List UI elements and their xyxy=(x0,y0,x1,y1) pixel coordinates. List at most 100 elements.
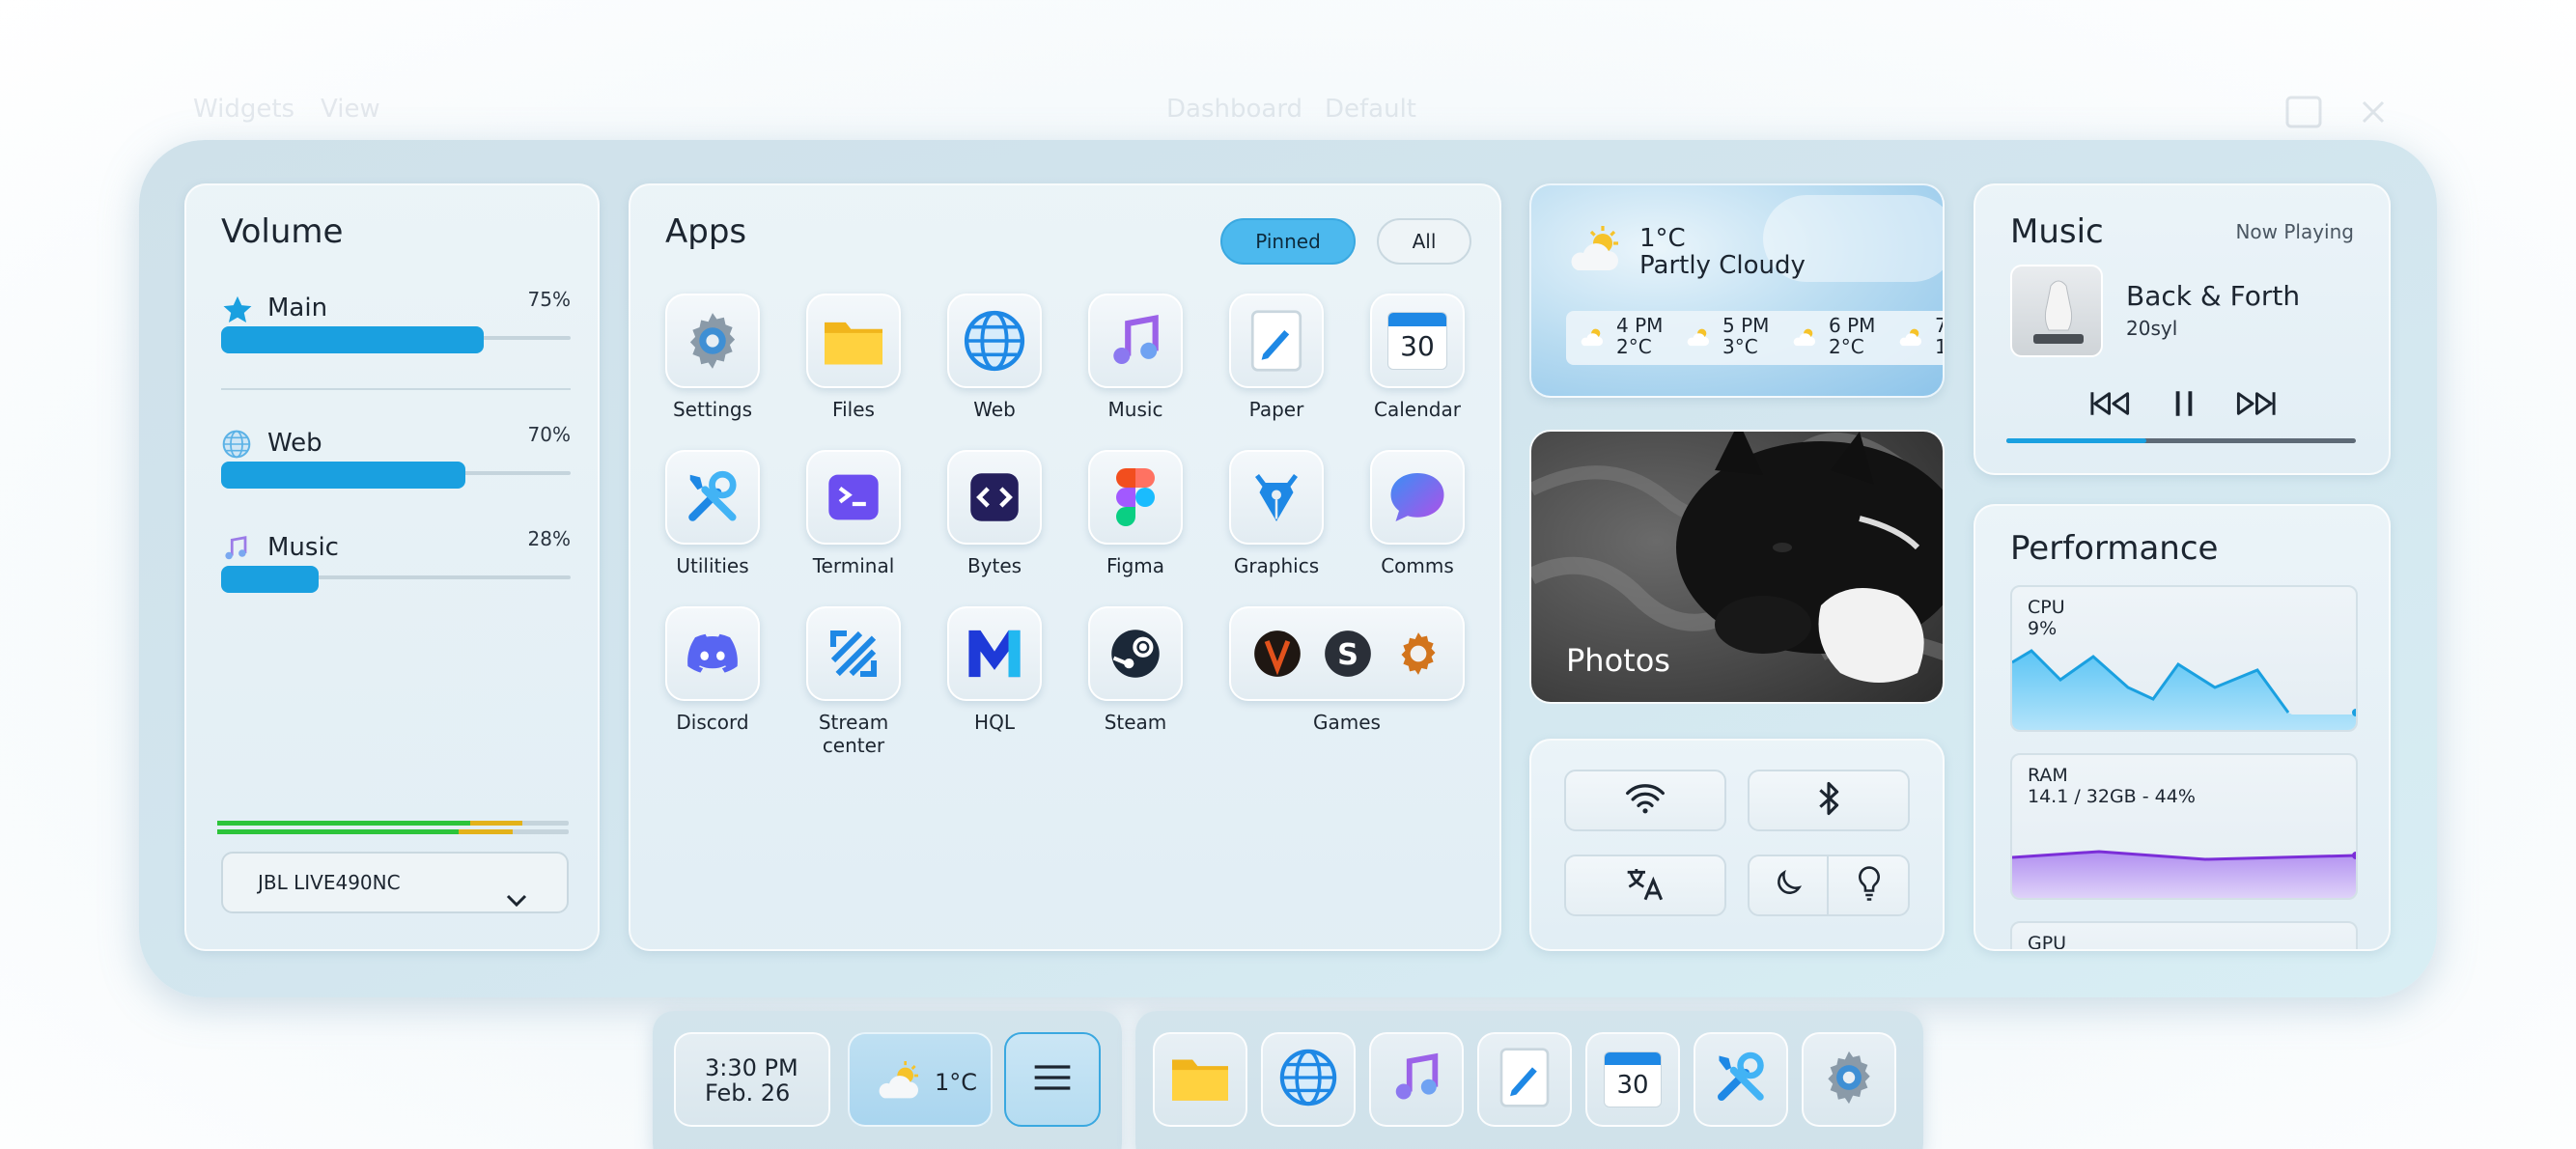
bluetooth-icon xyxy=(1816,780,1841,821)
app-files[interactable]: Files xyxy=(791,294,916,421)
partly-cloudy-icon xyxy=(1566,224,1624,278)
moon-icon xyxy=(1772,867,1805,904)
stream-icon xyxy=(806,606,901,701)
apps-widget: Apps Pinned All Settings Files Web Music… xyxy=(629,183,1501,951)
volume-slider-music[interactable] xyxy=(221,566,319,593)
taskbar-paper[interactable] xyxy=(1477,1032,1572,1127)
close-icon[interactable] xyxy=(2356,95,2394,129)
app-discord[interactable]: Discord xyxy=(650,606,775,734)
taskbar-weather[interactable]: 1°C xyxy=(848,1032,993,1127)
light-toggle[interactable] xyxy=(1831,856,1908,914)
weather-condition: Partly Cloudy xyxy=(1639,251,1806,280)
app-label: Calendar xyxy=(1374,398,1461,421)
output-device-value: JBL LIVE490NC xyxy=(258,871,401,894)
code-icon xyxy=(947,450,1042,545)
app-hql[interactable]: HQL xyxy=(932,606,1057,734)
previous-button[interactable] xyxy=(2090,386,2130,425)
app-graphics[interactable]: Graphics xyxy=(1214,450,1339,577)
volume-label: Web xyxy=(267,429,322,458)
app-bytes[interactable]: Bytes xyxy=(932,450,1057,577)
taskbar-files[interactable] xyxy=(1153,1032,1247,1127)
forecast-item: 4 PM 2°C xyxy=(1578,315,1663,357)
app-utilities[interactable]: Utilities xyxy=(650,450,775,577)
app-label: Steam xyxy=(1104,711,1167,734)
dashboard-label: Dashboard xyxy=(1166,95,1303,124)
profile-label[interactable]: Default xyxy=(1325,95,1416,124)
photos-label: Photos xyxy=(1566,642,1670,679)
volume-label: Music xyxy=(267,533,339,562)
taskbar-settings[interactable] xyxy=(1802,1032,1896,1127)
folder-icon xyxy=(1169,1050,1231,1109)
gear-icon xyxy=(1819,1048,1879,1111)
view-menu[interactable]: View xyxy=(321,95,380,124)
cpu-line-chart xyxy=(2012,649,2356,730)
cpu-graph[interactable]: CPU 9% xyxy=(2010,585,2358,732)
hamburger-menu-icon xyxy=(1031,1063,1074,1096)
album-art[interactable] xyxy=(2010,265,2103,357)
app-figma[interactable]: Figma xyxy=(1073,450,1198,577)
track-artist: 20syl xyxy=(2126,317,2178,340)
app-comms[interactable]: Comms xyxy=(1355,450,1480,577)
app-label: Paper xyxy=(1248,398,1304,421)
paper-pen-icon xyxy=(1498,1047,1552,1112)
clock-widget[interactable]: 3:30 PM Feb. 26 xyxy=(674,1032,830,1127)
app-paper[interactable]: Paper xyxy=(1214,294,1339,421)
clock-date: Feb. 26 xyxy=(705,1079,791,1107)
volume-percent: 75% xyxy=(527,288,571,311)
hourly-forecast[interactable]: 4 PM 2°C 5 PM 3°C 6 PM 2°C 7 1° xyxy=(1566,311,1943,365)
now-playing-label: Now Playing xyxy=(2235,220,2354,243)
output-device-select[interactable]: JBL LIVE490NC xyxy=(221,852,569,913)
app-settings[interactable]: Settings xyxy=(650,294,775,421)
folder-icon xyxy=(806,294,901,388)
taskbar-web[interactable] xyxy=(1261,1032,1356,1127)
pen-nib-icon xyxy=(1229,450,1324,545)
pause-button[interactable] xyxy=(2165,386,2203,425)
calendar-icon: 30 xyxy=(1370,294,1465,388)
lightbulb-icon xyxy=(1857,866,1882,905)
filter-all-button[interactable]: All xyxy=(1377,218,1471,265)
translate-icon xyxy=(1626,865,1665,906)
performance-widget: Performance CPU 9% RAM 14.1 / 32GB - 44% xyxy=(1974,504,2391,951)
taskbar-pinned-apps: 30 xyxy=(1135,1011,1923,1149)
app-label: Utilities xyxy=(676,554,749,577)
night-mode-toggle[interactable] xyxy=(1750,856,1829,914)
ram-line-chart xyxy=(2012,850,2356,898)
fullscreen-icon[interactable] xyxy=(2284,95,2323,129)
app-music[interactable]: Music xyxy=(1073,294,1198,421)
partly-cloudy-icon xyxy=(1790,324,1819,351)
translate-toggle[interactable] xyxy=(1564,855,1726,916)
next-button[interactable] xyxy=(2234,386,2277,425)
weather-widget[interactable]: 1°C Partly Cloudy 4 PM 2°C 5 PM 3°C 6 PM… xyxy=(1529,183,1945,398)
gpu-graph[interactable]: GPU xyxy=(2010,921,2358,949)
taskbar-music[interactable] xyxy=(1369,1032,1464,1127)
app-stream-center[interactable]: Stream center xyxy=(791,606,916,757)
app-web[interactable]: Web xyxy=(932,294,1057,421)
music-widget: Music Now Playing Back & Forth 20syl xyxy=(1974,183,2391,475)
volume-slider-web[interactable] xyxy=(221,462,465,489)
volume-label: Main xyxy=(267,294,328,322)
app-label: Stream center xyxy=(818,711,889,757)
forecast-item: 5 PM 3°C xyxy=(1684,315,1769,357)
volume-slider-main[interactable] xyxy=(221,326,484,353)
wifi-toggle[interactable] xyxy=(1564,770,1726,831)
menu-button[interactable] xyxy=(1004,1032,1101,1127)
progress-track[interactable] xyxy=(2006,438,2356,443)
ram-graph[interactable]: RAM 14.1 / 32GB - 44% xyxy=(2010,753,2358,900)
taskbar-calendar[interactable]: 30 xyxy=(1585,1032,1680,1127)
photos-widget[interactable]: Photos xyxy=(1529,430,1945,704)
filter-pinned-button[interactable]: Pinned xyxy=(1220,218,1356,265)
taskbar-utilities[interactable] xyxy=(1694,1032,1788,1127)
app-terminal[interactable]: Terminal xyxy=(791,450,916,577)
widgets-menu[interactable]: Widgets xyxy=(193,95,294,124)
steam-icon xyxy=(1088,606,1183,701)
fast-forward-icon xyxy=(2234,389,2277,422)
app-games-folder[interactable]: S Games xyxy=(1229,606,1465,734)
night-light-group xyxy=(1748,855,1910,916)
chat-bubble-icon xyxy=(1370,450,1465,545)
app-calendar[interactable]: 30 Calendar xyxy=(1355,294,1480,421)
bluetooth-toggle[interactable] xyxy=(1748,770,1910,831)
discord-icon xyxy=(665,606,760,701)
forecast-item: 6 PM 2°C xyxy=(1790,315,1875,357)
app-steam[interactable]: Steam xyxy=(1073,606,1198,734)
music-title: Music xyxy=(2010,212,2104,251)
